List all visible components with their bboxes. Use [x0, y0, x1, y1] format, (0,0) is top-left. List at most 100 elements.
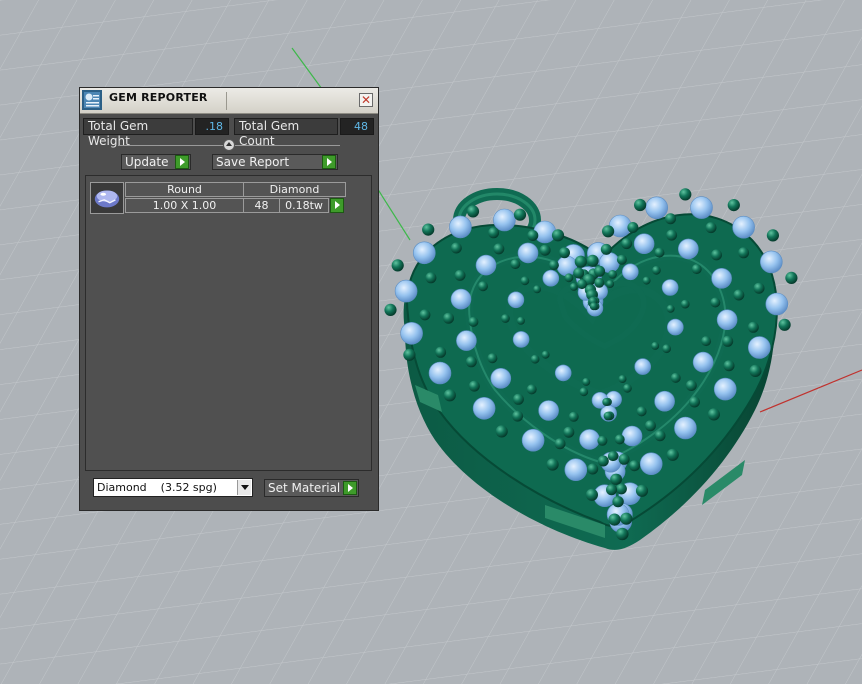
prong-bead: [586, 254, 599, 267]
prong-bead: [606, 484, 617, 496]
gem-stone: [507, 291, 525, 309]
prong-bead: [563, 426, 575, 438]
gem-stone: [634, 358, 652, 375]
prong-bead: [512, 410, 524, 422]
material-select[interactable]: Diamond (3.52 spg): [93, 478, 253, 497]
gem-stone: [521, 428, 545, 452]
prong-bead: [495, 425, 508, 438]
prong-bead: [670, 372, 681, 383]
prong-bead: [607, 451, 618, 462]
close-icon[interactable]: ✕: [359, 93, 373, 107]
prong-bead: [548, 260, 559, 271]
prong-bead: [711, 249, 722, 261]
prong-bead: [610, 473, 622, 485]
prong-bead: [727, 199, 740, 212]
prong-bead: [487, 353, 498, 364]
prong-bead: [662, 344, 671, 354]
gem-stone: [428, 361, 452, 385]
prong-bead: [526, 384, 537, 395]
prong-bead: [589, 302, 598, 311]
gem-stone: [633, 233, 655, 254]
prong-bead: [493, 243, 505, 255]
prong-bead: [733, 289, 745, 301]
gem-stone: [475, 254, 497, 276]
prong-bead: [594, 265, 606, 277]
prong-bead: [539, 244, 551, 256]
prong-bead: [635, 484, 649, 497]
prong-bead: [614, 434, 625, 445]
prong-bead: [600, 243, 612, 255]
prong-bead: [466, 205, 480, 218]
prong-bead: [723, 360, 735, 372]
prong-bead: [579, 387, 589, 397]
save-report-button[interactable]: Save Report: [212, 154, 338, 170]
gem-stone: [666, 318, 684, 336]
prong-bead: [634, 198, 647, 212]
prong-bead: [666, 229, 678, 241]
gem-material-cell: Diamond: [243, 182, 346, 197]
prong-bead: [691, 264, 702, 275]
material-select-value: Diamond (3.52 spg): [97, 481, 217, 494]
gem-stone: [450, 288, 472, 310]
total-gem-weight-value: .18: [195, 118, 229, 135]
prong-bead: [574, 255, 587, 268]
prong-bead: [597, 455, 609, 467]
prong-bead: [510, 259, 521, 270]
prong-bead: [651, 341, 660, 350]
prong-bead: [546, 458, 559, 471]
prong-bead: [620, 512, 633, 525]
prong-bead: [666, 448, 679, 461]
panel-splitter-handle[interactable]: [223, 139, 235, 151]
prong-bead: [766, 229, 780, 242]
gem-thumbnail-icon: [90, 182, 124, 214]
play-arrow-icon: [343, 481, 357, 495]
gem-stone: [579, 429, 600, 450]
prong-bead: [587, 463, 599, 475]
set-material-button[interactable]: Set Material: [264, 479, 359, 497]
dropdown-arrow-icon[interactable]: [237, 480, 251, 495]
gem-stone: [759, 250, 783, 274]
gem-stone: [538, 400, 559, 421]
gem-list[interactable]: Round Diamond 1.00 X 1.00 48 0.18tw: [85, 175, 372, 471]
prong-bead: [419, 309, 431, 321]
prong-bead: [627, 222, 639, 233]
gem-count-cell: 48: [243, 198, 280, 213]
prong-bead: [618, 375, 627, 383]
gem-stone: [394, 279, 418, 303]
update-button[interactable]: Update: [121, 154, 191, 170]
gem-stone: [400, 321, 423, 345]
prong-bead: [533, 285, 542, 294]
prong-bead: [680, 299, 690, 309]
save-report-button-label: Save Report: [216, 155, 290, 169]
gem-stone: [690, 196, 713, 219]
panel-titlebar[interactable]: GEM REPORTER ✕: [80, 88, 378, 114]
gem-stone: [512, 331, 530, 348]
gem-stone: [412, 241, 436, 265]
prong-bead: [606, 280, 615, 288]
prong-bead: [450, 242, 462, 254]
prong-bead: [701, 336, 712, 347]
gem-stone: [677, 238, 699, 260]
prong-bead: [582, 377, 591, 386]
prong-bead: [616, 254, 627, 265]
gem-stone: [472, 396, 496, 420]
gem-stone: [692, 351, 714, 373]
gem-stone: [661, 279, 679, 296]
prong-bead: [435, 346, 447, 358]
prong-bead: [488, 227, 500, 239]
prong-bead: [644, 420, 656, 432]
play-arrow-icon: [322, 155, 336, 169]
prong-bead: [554, 438, 566, 450]
prong-bead: [551, 229, 565, 242]
gem-stone: [621, 263, 639, 281]
prong-bead: [642, 276, 651, 285]
prong-bead: [564, 273, 574, 283]
gem-stone: [542, 269, 560, 287]
prong-bead: [616, 527, 629, 541]
gem-reporter-panel[interactable]: GEM REPORTER ✕ Total Gem Weight .18 Tota…: [79, 87, 379, 511]
play-arrow-icon[interactable]: [330, 198, 344, 213]
gem-stone: [533, 220, 557, 244]
prong-bead: [710, 297, 721, 308]
prong-bead: [615, 483, 627, 495]
gem-stone: [654, 390, 675, 412]
